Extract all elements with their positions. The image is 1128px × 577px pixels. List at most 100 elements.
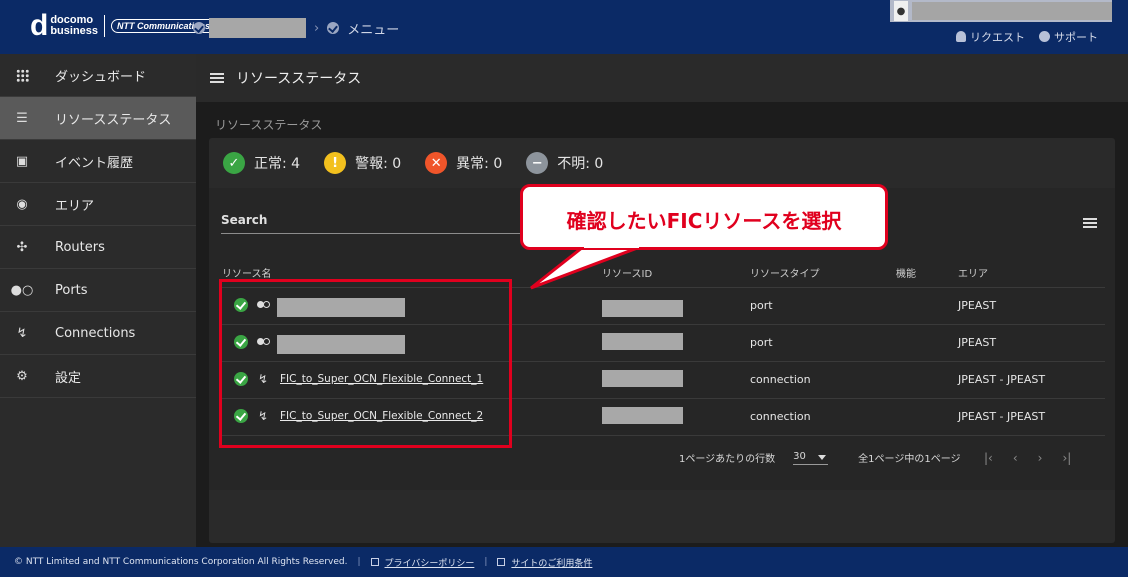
rows-per-page-select[interactable]: 30 <box>793 450 829 465</box>
hamburger-menu-icon[interactable] <box>210 73 224 83</box>
sidebar-item-label: 設定 <box>55 370 82 386</box>
highlight-box <box>219 279 512 448</box>
column-header-name[interactable]: リソース名 <box>222 265 272 280</box>
sidebar: ダッシュボード ☰ リソースステータス ▣ イベント履歴 ◉ エリア ✣ Rou… <box>0 54 196 547</box>
error-x-icon: ✕ <box>425 152 448 174</box>
status-normal-label: 正常: 4 <box>254 156 301 172</box>
logo-wordmark: docomo business <box>50 15 98 37</box>
callout-text: 確認したいFICリソースを選択 <box>566 209 842 233</box>
sidebar-item-routers[interactable]: ✣ Routers <box>0 226 196 269</box>
check-circle-icon <box>193 22 205 34</box>
status-unknown-label: 不明: 0 <box>557 156 604 172</box>
redacted-resource-id <box>602 333 683 350</box>
section-title: リソースステータス <box>215 118 323 132</box>
help-icon <box>1039 31 1050 42</box>
check-circle-icon: ✓ <box>223 152 245 174</box>
sidebar-item-label: Connections <box>55 325 136 341</box>
copyright-text: © NTT Limited and NTT Communications Cor… <box>14 557 348 567</box>
resource-area: JPEAST - JPEAST <box>958 373 1046 386</box>
column-header-type[interactable]: リソースタイプ <box>750 265 820 280</box>
sidebar-item-area[interactable]: ◉ エリア <box>0 183 196 226</box>
sidebar-item-resource-status[interactable]: ☰ リソースステータス <box>0 97 196 140</box>
first-page-icon[interactable]: |‹ <box>984 451 993 465</box>
port-icon: ●○ <box>10 282 34 298</box>
connection-icon: ↯ <box>16 325 28 341</box>
user-account-box[interactable]: ● <box>890 0 1112 22</box>
external-link-icon <box>497 558 506 566</box>
status-list-icon: ☰ <box>16 110 28 126</box>
column-header-area[interactable]: エリア <box>958 265 988 280</box>
column-header-function[interactable]: 機能 <box>896 265 916 280</box>
check-circle-icon <box>327 22 340 34</box>
resource-type: port <box>750 336 773 349</box>
grid-icon <box>14 67 30 83</box>
breadcrumb-menu[interactable]: メニュー <box>347 19 399 38</box>
pagination: 1ページあたりの行数 30 全1ページ中の1ページ <box>679 450 961 466</box>
rows-per-page-value: 30 <box>793 450 806 462</box>
sidebar-item-label: Routers <box>55 239 105 255</box>
top-links: リクエスト サポート <box>956 29 1098 45</box>
terms-of-use-link[interactable]: サイトのご利用条件 <box>511 556 592 569</box>
page-info: 全1ページ中の1ページ <box>858 454 961 465</box>
gear-icon: ⚙ <box>16 368 28 384</box>
prev-page-icon[interactable]: ‹ <box>1013 451 1018 465</box>
redacted-user-name <box>912 2 1112 20</box>
status-summary: ✓ 正常: 4 ! 警報: 0 ✕ 異常: 0 − 不明: 0 <box>223 152 603 174</box>
docomo-business-logo[interactable]: d docomo business NTT Communications <box>30 9 217 42</box>
annotation-callout: 確認したいFICリソースを選択 <box>520 184 888 250</box>
sidebar-item-label: イベント履歴 <box>55 155 134 171</box>
sidebar-item-label: Ports <box>55 282 88 298</box>
logo-business-text: business <box>50 25 99 37</box>
next-page-icon[interactable]: › <box>1038 451 1043 465</box>
sidebar-item-connections[interactable]: ↯ Connections <box>0 312 196 355</box>
footer-divider: | <box>357 557 361 567</box>
sidebar-item-label: エリア <box>55 198 95 214</box>
calendar-icon: ▣ <box>15 153 29 169</box>
request-link[interactable]: リクエスト <box>956 29 1025 45</box>
resource-type: connection <box>750 373 811 386</box>
main-header: リソースステータス <box>196 54 1128 102</box>
status-error-label: 異常: 0 <box>456 156 503 172</box>
request-link-label: リクエスト <box>970 31 1025 44</box>
footer: © NTT Limited and NTT Communications Cor… <box>0 547 1128 577</box>
bell-icon <box>956 31 966 42</box>
search-input[interactable] <box>221 233 521 234</box>
resource-type: connection <box>750 410 811 423</box>
sidebar-item-event-history[interactable]: ▣ イベント履歴 <box>0 140 196 183</box>
page-title: リソースステータス <box>236 71 362 87</box>
sidebar-item-label: ダッシュボード <box>55 69 147 85</box>
status-warning[interactable]: ! 警報: 0 <box>324 152 401 174</box>
support-link-label: サポート <box>1054 31 1098 44</box>
resource-type: port <box>750 299 773 312</box>
external-link-icon <box>370 558 379 566</box>
sidebar-item-dashboard[interactable]: ダッシュボード <box>0 54 196 97</box>
redacted-resource-id <box>602 370 683 387</box>
minus-circle-icon: − <box>526 152 549 174</box>
page-navigation: |‹ ‹ › ›| <box>984 451 1071 465</box>
resource-area: JPEAST <box>958 299 997 312</box>
router-icon: ✣ <box>16 239 28 255</box>
status-error[interactable]: ✕ 異常: 0 <box>425 152 502 174</box>
rows-per-page-label: 1ページあたりの行数 <box>679 454 776 465</box>
search-label: Search <box>221 213 268 227</box>
globe-icon: ◉ <box>16 196 28 212</box>
privacy-policy-link[interactable]: プライバシーポリシー <box>385 556 475 569</box>
column-header-id[interactable]: リソースID <box>602 265 652 280</box>
status-normal[interactable]: ✓ 正常: 4 <box>223 152 300 174</box>
redacted-resource-id <box>602 300 683 317</box>
status-warning-label: 警報: 0 <box>355 156 402 172</box>
docomo-d-mark: d <box>30 9 49 42</box>
logo-divider <box>104 15 106 37</box>
status-unknown[interactable]: − 不明: 0 <box>526 152 603 174</box>
breadcrumb: › メニュー <box>193 18 399 38</box>
redacted-breadcrumb[interactable] <box>209 18 306 38</box>
resource-area: JPEAST - JPEAST <box>958 410 1046 423</box>
user-icon: ● <box>894 1 908 21</box>
support-link[interactable]: サポート <box>1039 29 1098 45</box>
warning-icon: ! <box>324 152 347 174</box>
sidebar-item-settings[interactable]: ⚙ 設定 <box>0 355 196 398</box>
top-header: d docomo business NTT Communications › メ… <box>0 0 1128 54</box>
column-menu-icon[interactable] <box>1083 218 1097 228</box>
sidebar-item-ports[interactable]: ●○ Ports <box>0 269 196 312</box>
last-page-icon[interactable]: ›| <box>1062 451 1071 465</box>
